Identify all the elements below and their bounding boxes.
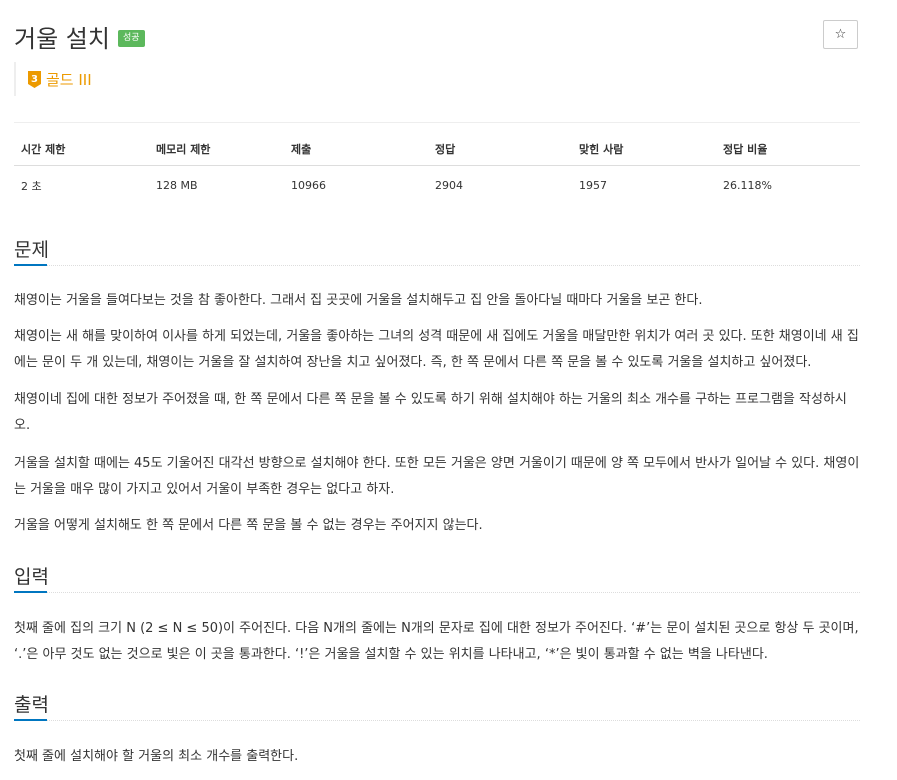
output-paragraph: 첫째 줄에 설치해야 할 거울의 최소 개수를 출력한다.: [14, 749, 299, 764]
problem-title: 거울 설치: [14, 24, 110, 53]
result-badge[interactable]: 성공: [117, 29, 145, 47]
star-icon: ☆: [834, 27, 847, 42]
problem-paragraph-3: 채영이네 집에 대한 정보가 주어졌을 때, 한 쪽 문에서 다른 쪽 문을 볼…: [14, 392, 847, 433]
favorite-star-button[interactable]: ☆: [823, 20, 858, 49]
accept-ratio-value: 26.118%: [723, 179, 772, 193]
col-accept-ratio: 정답 비율: [716, 141, 860, 166]
problem-paragraph-2: 채영이는 새 해를 맞이하여 이사를 하게 되었는데, 거울을 좋아하는 그녀의…: [14, 329, 859, 370]
section-underline: [14, 591, 47, 593]
input-paragraph: 첫째 줄에 집의 크기 N (2 ≤ N ≤ 50)이 주어진다. 다음 N개의…: [14, 621, 859, 662]
col-time-limit: 시간 제한: [14, 141, 149, 166]
tier-number: 3: [31, 74, 38, 85]
tier-row: 3 골드 III: [14, 62, 92, 96]
col-memory-limit: 메모리 제한: [149, 141, 284, 166]
problem-paragraph-1: 채영이는 거울을 들여다보는 것을 참 좋아한다. 그래서 집 곳곳에 거울을 …: [14, 293, 703, 308]
problem-section-header: 문제: [14, 233, 860, 266]
input-section-header: 입력: [14, 560, 860, 593]
section-underline: [14, 264, 47, 266]
problem-paragraph-5: 거울을 어떻게 설치해도 한 쪽 문에서 다른 쪽 문을 볼 수 없는 경우는 …: [14, 518, 483, 533]
col-submissions: 제출: [284, 141, 428, 166]
time-limit-value: 2 초: [21, 179, 42, 193]
problem-paragraph-4: 거울을 설치할 때에는 45도 기울어진 대각선 방향으로 설치해야 한다. 또…: [14, 456, 860, 497]
table-header-row: 시간 제한 메모리 제한 제출 정답 맞힌 사람 정답 비율: [14, 141, 860, 166]
solved-users-value[interactable]: 1957: [572, 166, 716, 198]
section-underline: [14, 719, 47, 721]
output-section-title: 출력: [14, 694, 49, 716]
col-accepted: 정답: [428, 141, 572, 166]
input-section-title: 입력: [14, 566, 49, 588]
gold-tier-icon[interactable]: 3: [27, 70, 42, 89]
divider: [14, 122, 860, 123]
submissions-value[interactable]: 10966: [284, 166, 428, 198]
col-solved-users: 맞힌 사람: [572, 141, 716, 166]
accepted-value[interactable]: 2904: [428, 166, 572, 198]
tier-label[interactable]: 골드 III: [46, 69, 92, 90]
output-section-header: 출력: [14, 688, 860, 721]
problem-info-table: 시간 제한 메모리 제한 제출 정답 맞힌 사람 정답 비율 2 초 128 M…: [14, 141, 860, 198]
table-row: 2 초 128 MB 10966 2904 1957 26.118%: [14, 166, 860, 198]
problem-section-title: 문제: [14, 239, 49, 261]
title-row: 거울 설치 성공: [14, 18, 145, 54]
memory-limit-value: 128 MB: [156, 179, 198, 193]
